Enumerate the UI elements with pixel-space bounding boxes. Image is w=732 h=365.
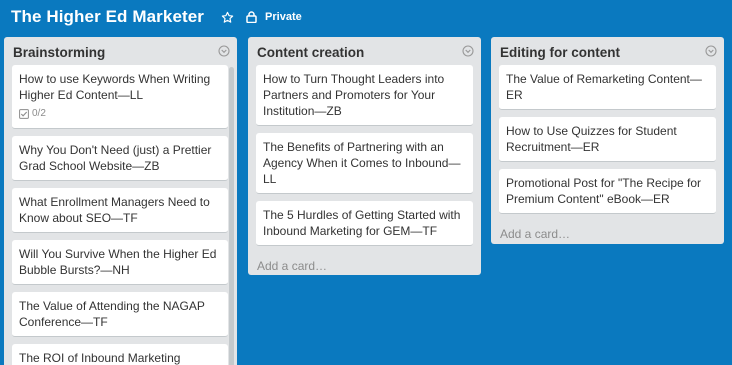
card[interactable]: How to Use Quizzes for Student Recruitme… bbox=[499, 117, 716, 162]
card-badges: 0/2 bbox=[19, 106, 221, 122]
card[interactable]: Promotional Post for "The Recipe for Pre… bbox=[499, 169, 716, 214]
list-editing-for-content: Editing for content The Value of Remarke… bbox=[491, 37, 724, 244]
privacy-toggle[interactable]: Private bbox=[246, 11, 302, 23]
list-title[interactable]: Editing for content bbox=[500, 45, 620, 60]
card[interactable]: Will You Survive When the Higher Ed Bubb… bbox=[12, 240, 228, 285]
list-brainstorming: Brainstorming How to use Keywords When W… bbox=[4, 37, 237, 365]
chevron-down-circle-icon[interactable] bbox=[705, 44, 717, 57]
lock-icon bbox=[246, 11, 258, 23]
chevron-down-circle-icon[interactable] bbox=[218, 44, 230, 57]
card-list: How to use Keywords When Writing Higher … bbox=[4, 65, 237, 365]
list-header: Editing for content bbox=[491, 37, 724, 65]
card-title: The 5 Hurdles of Getting Started with In… bbox=[263, 208, 461, 238]
card-title: How to Turn Thought Leaders into Partner… bbox=[263, 72, 445, 118]
card[interactable]: The Value of Attending the NAGAP Confere… bbox=[12, 292, 228, 337]
card[interactable]: The Benefits of Partnering with an Agenc… bbox=[256, 133, 473, 194]
add-card-button[interactable]: Add a card… bbox=[248, 253, 481, 279]
card-title: Why You Don't Need (just) a Prettier Gra… bbox=[19, 143, 212, 173]
card-title: Will You Survive When the Higher Ed Bubb… bbox=[19, 247, 217, 277]
card[interactable]: How to Turn Thought Leaders into Partner… bbox=[256, 65, 473, 126]
list-title[interactable]: Brainstorming bbox=[13, 45, 105, 60]
board-header: The Higher Ed Marketer Private bbox=[0, 0, 732, 34]
card[interactable]: What Enrollment Managers Need to Know ab… bbox=[12, 188, 228, 233]
checklist-count: 0/2 bbox=[32, 108, 46, 119]
privacy-label: Private bbox=[265, 11, 302, 23]
card[interactable]: Why You Don't Need (just) a Prettier Gra… bbox=[12, 136, 228, 181]
card[interactable]: The Value of Remarketing Content—ER bbox=[499, 65, 716, 110]
card-list: How to Turn Thought Leaders into Partner… bbox=[248, 65, 481, 246]
list-content-creation: Content creation How to Turn Thought Lea… bbox=[248, 37, 481, 275]
card-title: What Enrollment Managers Need to Know ab… bbox=[19, 195, 210, 225]
star-icon[interactable] bbox=[220, 10, 234, 24]
list-scrollbar[interactable] bbox=[229, 67, 234, 365]
card-title: The Value of Attending the NAGAP Confere… bbox=[19, 299, 205, 329]
list-title[interactable]: Content creation bbox=[257, 45, 364, 60]
list-header: Brainstorming bbox=[4, 37, 237, 65]
card-title: The Value of Remarketing Content—ER bbox=[506, 72, 702, 102]
card-title: How to use Keywords When Writing Higher … bbox=[19, 72, 211, 102]
card-title: Promotional Post for "The Recipe for Pre… bbox=[506, 176, 702, 206]
checklist-icon bbox=[19, 109, 30, 120]
card[interactable]: How to use Keywords When Writing Higher … bbox=[12, 65, 228, 129]
card[interactable]: The 5 Hurdles of Getting Started with In… bbox=[256, 201, 473, 246]
list-header: Content creation bbox=[248, 37, 481, 65]
card[interactable]: The ROI of Inbound Marketing bbox=[12, 344, 228, 365]
card-list: The Value of Remarketing Content—ER How … bbox=[491, 65, 724, 214]
board-title[interactable]: The Higher Ed Marketer bbox=[11, 7, 204, 27]
card-title: How to Use Quizzes for Student Recruitme… bbox=[506, 124, 677, 154]
card-title: The Benefits of Partnering with an Agenc… bbox=[263, 140, 461, 186]
card-title: The ROI of Inbound Marketing bbox=[19, 351, 181, 365]
chevron-down-circle-icon[interactable] bbox=[462, 44, 474, 57]
add-card-button[interactable]: Add a card… bbox=[491, 221, 724, 247]
